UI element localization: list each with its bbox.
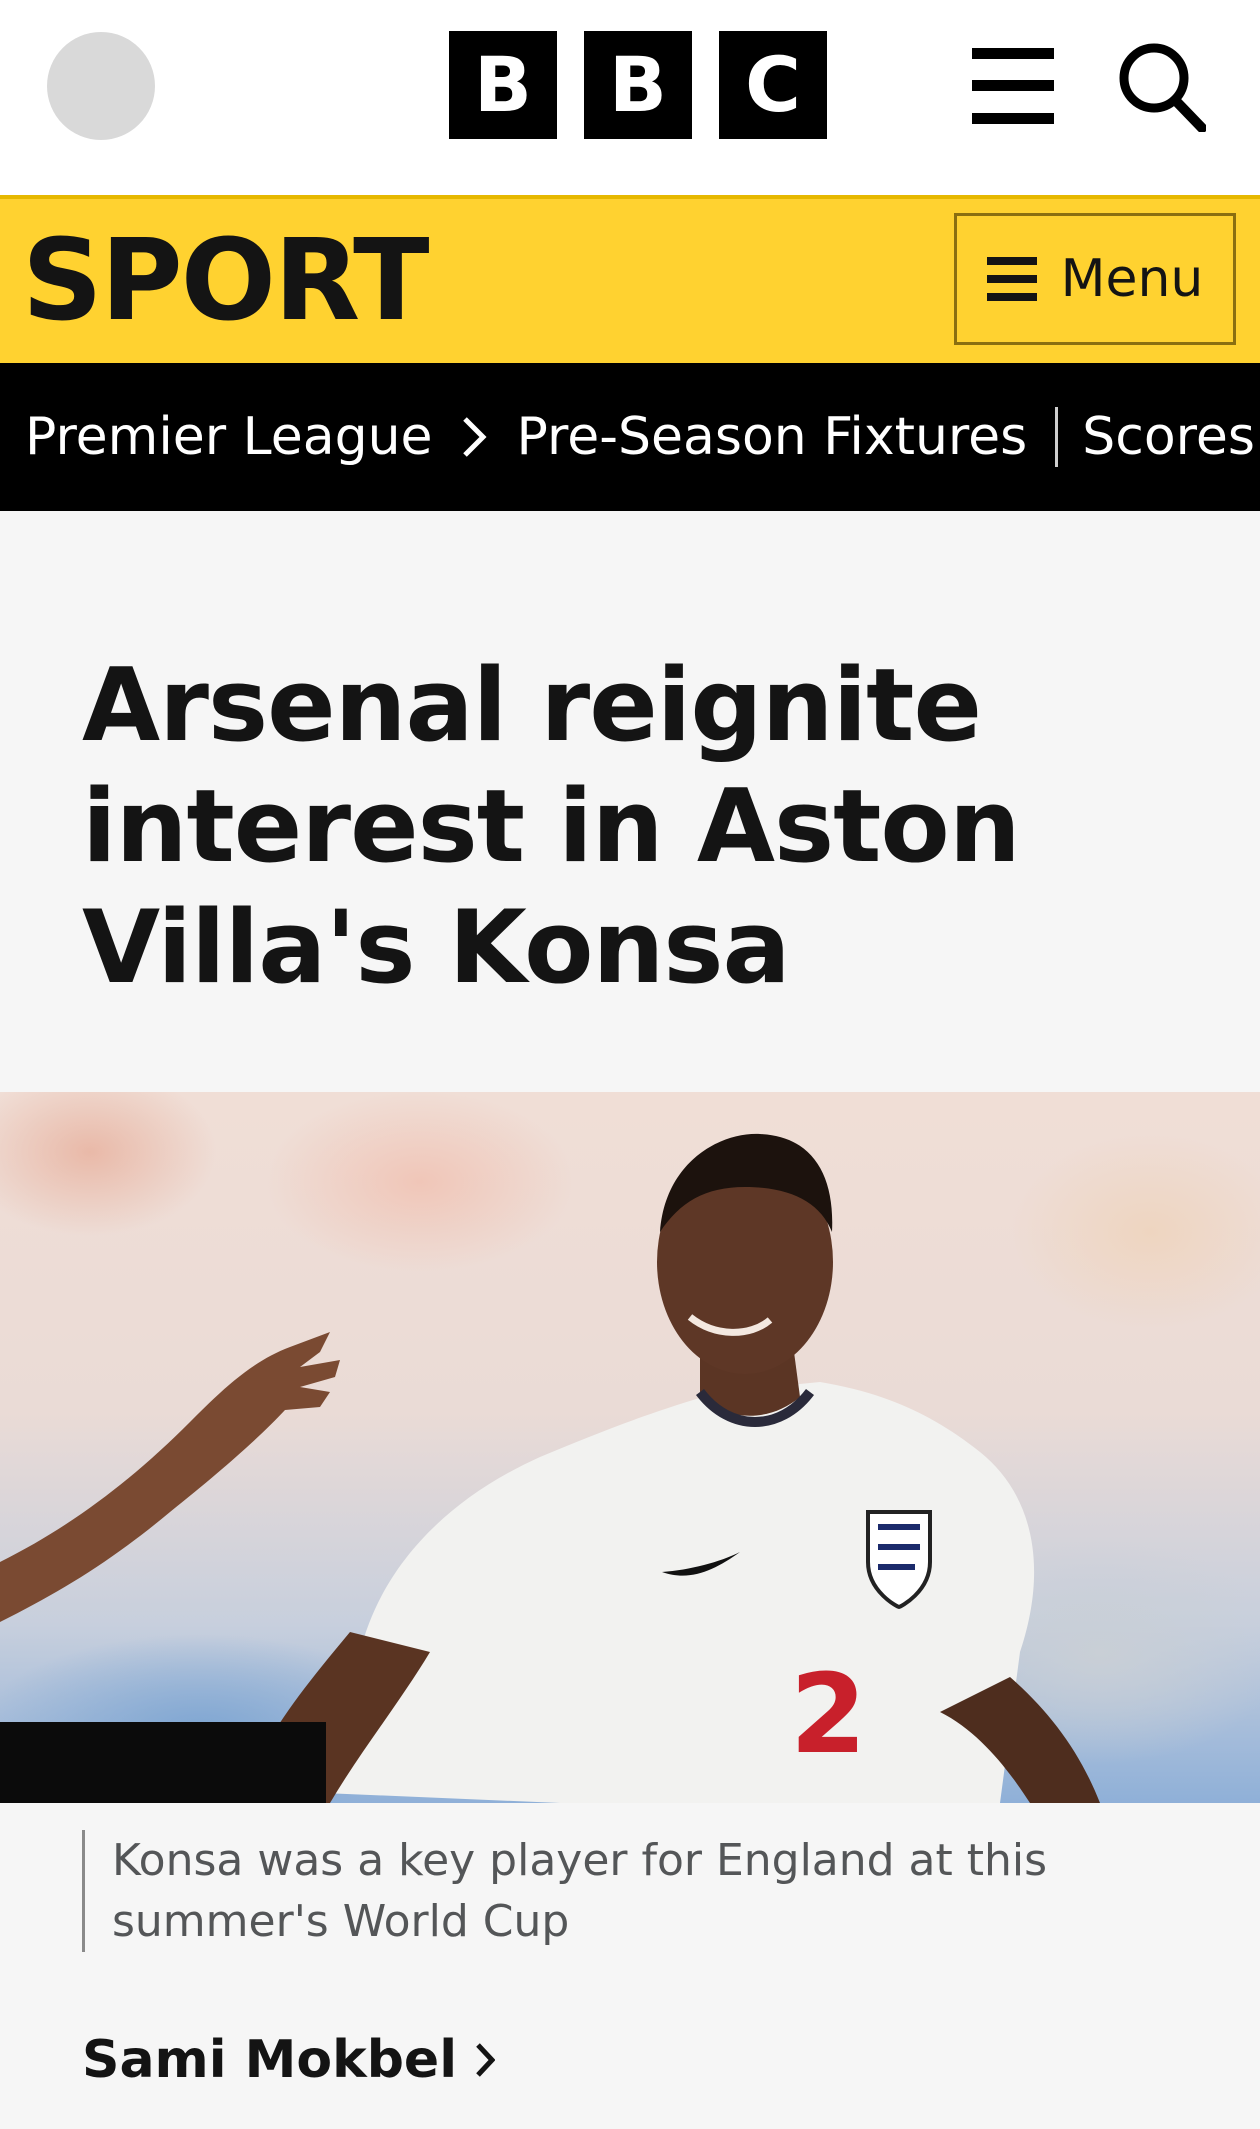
menu-button-label: Menu [1060, 249, 1204, 309]
chevron-right-icon [476, 2043, 496, 2077]
svg-text:2: 2 [790, 1650, 867, 1778]
breadcrumb-pre-season-fixtures[interactable]: Pre-Season Fixtures [517, 407, 1028, 467]
article-hero-image[interactable]: 2 [0, 1092, 1260, 1803]
bbc-logo-letter: B [584, 31, 692, 139]
author-name: Sami Mokbel [82, 2030, 458, 2090]
section-title[interactable]: SPORT [22, 219, 430, 344]
nav-link-scores[interactable]: Scores [1082, 407, 1255, 467]
bbc-logo-letter: C [719, 31, 827, 139]
hamburger-icon[interactable] [972, 48, 1054, 124]
hero-photo-illustration: 2 [0, 1133, 1100, 1803]
bbc-logo[interactable]: B B C [449, 31, 827, 139]
chevron-right-icon [462, 417, 487, 457]
top-header: B B C [0, 0, 1260, 195]
search-icon[interactable] [1116, 40, 1206, 132]
author-link[interactable]: Sami Mokbel [82, 2030, 496, 2090]
media-overlay-bar [0, 1722, 326, 1803]
image-caption: Konsa was a key player for England at th… [82, 1830, 1082, 1952]
bbc-logo-letter: B [449, 31, 557, 139]
article-headline: Arsenal reignite interest in Aston Villa… [82, 646, 1021, 1006]
menu-button[interactable]: Menu [954, 213, 1236, 345]
breadcrumb: Premier League Pre-Season Fixtures Score… [0, 363, 1260, 511]
nav-divider [1055, 407, 1059, 467]
account-avatar[interactable] [47, 32, 155, 140]
sport-section-bar: SPORT Menu [0, 195, 1260, 363]
breadcrumb-premier-league[interactable]: Premier League [25, 407, 433, 467]
menu-icon [986, 257, 1037, 301]
